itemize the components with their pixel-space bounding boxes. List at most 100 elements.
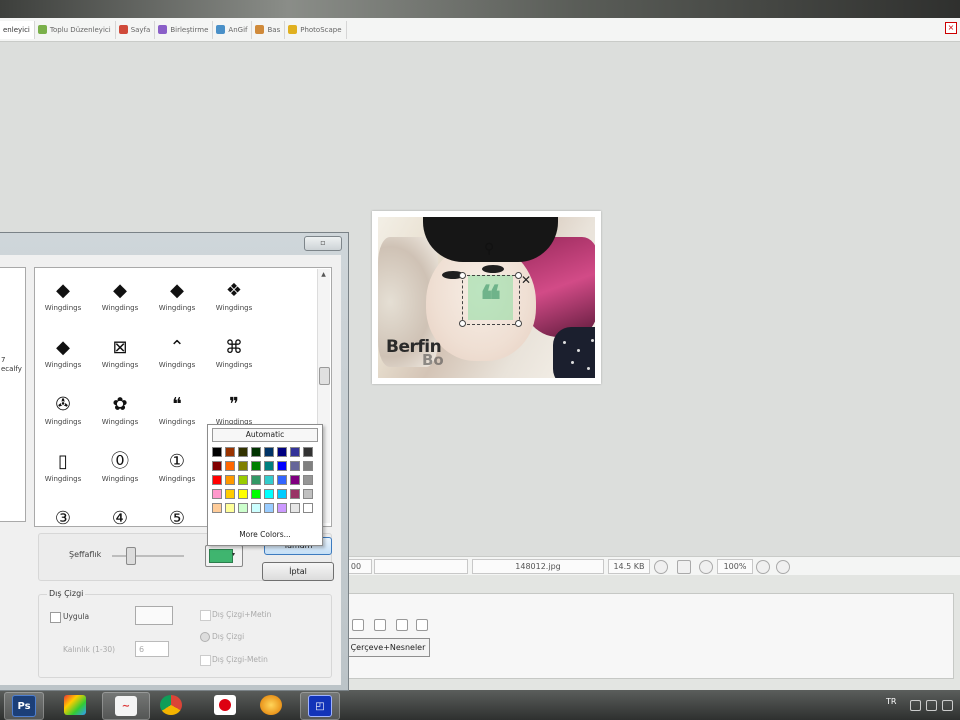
object-icon[interactable] [352, 619, 364, 631]
color-swatch[interactable] [225, 461, 235, 471]
color-swatch[interactable] [264, 489, 274, 499]
color-swatch[interactable] [251, 503, 261, 513]
dialog-restore-button[interactable]: ▫ [304, 236, 342, 251]
outline-only-radio[interactable] [200, 632, 210, 642]
resize-handle-icon[interactable] [459, 272, 466, 279]
color-swatch[interactable] [225, 503, 235, 513]
opacity-slider-track[interactable] [112, 555, 184, 557]
symbol-cell[interactable]: ◆ Wingdings [35, 333, 91, 387]
frame-objects-button[interactable]: Çerçeve+Nesneler [346, 638, 430, 657]
symbol-cell[interactable]: ◆ Wingdings [92, 276, 148, 330]
fit-icon[interactable] [654, 560, 668, 574]
symbol-cell[interactable]: ⓪ Wingdings [92, 447, 148, 501]
language-indicator[interactable]: TR [886, 697, 896, 706]
color-swatch[interactable] [212, 475, 222, 485]
color-swatch[interactable] [277, 475, 287, 485]
selection-box[interactable] [462, 275, 520, 325]
zoom-fit-icon[interactable] [699, 560, 713, 574]
color-swatch[interactable] [290, 489, 300, 499]
color-swatch[interactable] [264, 475, 274, 485]
symbol-cell[interactable]: ⑤ [149, 504, 205, 526]
color-picker-button[interactable]: ▾ [205, 545, 243, 567]
color-swatch[interactable] [303, 489, 313, 499]
taskbar-curve-app[interactable]: ∼ [102, 692, 150, 720]
color-swatch[interactable] [303, 503, 313, 513]
volume-icon[interactable] [926, 700, 937, 711]
symbol-cell[interactable]: ④ [92, 504, 148, 526]
color-swatch[interactable] [290, 475, 300, 485]
tab-5[interactable]: Bas [252, 20, 286, 39]
cancel-button[interactable]: İptal [262, 562, 334, 581]
thickness-stepper[interactable]: 6 [135, 641, 169, 657]
symbol-cell[interactable]: ⊠ Wingdings [92, 333, 148, 387]
symbol-cell[interactable]: ◆ Wingdings [35, 276, 91, 330]
symbol-cell[interactable]: ▯ Wingdings [35, 447, 91, 501]
tab-0[interactable]: enleyici [0, 20, 35, 39]
outline-minus-text-checkbox[interactable] [200, 655, 211, 666]
color-swatch[interactable] [251, 475, 261, 485]
color-swatch[interactable] [303, 447, 313, 457]
color-swatch[interactable] [212, 447, 222, 457]
resize-handle-icon[interactable] [459, 320, 466, 327]
color-swatch[interactable] [238, 475, 248, 485]
symbol-cell[interactable]: ❖ Wingdings [206, 276, 262, 330]
taskbar-photoshop[interactable]: Ps [4, 692, 44, 720]
zoom-in-icon[interactable] [756, 560, 770, 574]
network-icon[interactable] [942, 700, 953, 711]
symbol-cell[interactable]: ⌘ Wingdings [206, 333, 262, 387]
font-list-item[interactable]: 7 [1, 356, 5, 364]
apply-outline-checkbox[interactable] [50, 612, 61, 623]
color-swatch[interactable] [251, 447, 261, 457]
taskbar-photoscape[interactable] [252, 692, 290, 718]
color-swatch[interactable] [238, 447, 248, 457]
rotate-handle-icon[interactable]: ⚲ [484, 241, 494, 257]
symbol-cell[interactable]: ◆ Wingdings [149, 276, 205, 330]
zoom-out-icon[interactable] [776, 560, 790, 574]
taskbar-chrome[interactable] [152, 692, 190, 718]
close-window-icon[interactable]: × [945, 22, 957, 34]
color-swatch[interactable] [264, 447, 274, 457]
taskbar-blue-app[interactable]: ◰ [300, 692, 340, 720]
more-colors-button[interactable]: More Colors... [208, 528, 322, 541]
automatic-color-button[interactable]: Automatic [212, 428, 318, 442]
color-swatch[interactable] [277, 489, 287, 499]
color-swatch[interactable] [290, 461, 300, 471]
color-swatch[interactable] [212, 489, 222, 499]
outline-text-checkbox[interactable] [200, 610, 211, 621]
color-swatch[interactable] [225, 475, 235, 485]
color-swatch[interactable] [277, 503, 287, 513]
symbol-cell[interactable]: ✿ Wingdings [92, 390, 148, 444]
color-swatch[interactable] [277, 447, 287, 457]
scroll-thumb[interactable] [319, 367, 330, 385]
color-swatch[interactable] [238, 489, 248, 499]
actual-size-icon[interactable] [677, 560, 691, 574]
color-swatch[interactable] [212, 461, 222, 471]
tab-3[interactable]: Birleştirme [155, 20, 214, 39]
color-swatch[interactable] [264, 503, 274, 513]
tab-2[interactable]: Sayfa [116, 20, 156, 39]
tab-6[interactable]: PhotoScape [285, 20, 347, 39]
font-list-item[interactable]: ecalfy [1, 365, 22, 373]
outline-color-picker[interactable] [135, 606, 173, 625]
object-icon[interactable] [374, 619, 386, 631]
symbol-cell[interactable]: ❝ Wingdings [149, 390, 205, 444]
color-swatch[interactable] [303, 461, 313, 471]
color-swatch[interactable] [290, 503, 300, 513]
symbol-cell[interactable]: ⌃ Wingdings [149, 333, 205, 387]
color-swatch[interactable] [277, 461, 287, 471]
color-swatch[interactable] [212, 503, 222, 513]
resize-handle-icon[interactable] [515, 320, 522, 327]
taskbar-media[interactable] [206, 692, 244, 718]
object-icon[interactable] [396, 619, 408, 631]
scroll-up-icon[interactable]: ▲ [319, 270, 328, 279]
taskbar-paint[interactable] [56, 692, 94, 718]
delete-object-icon[interactable]: ✕ [521, 273, 531, 287]
color-swatch[interactable] [225, 489, 235, 499]
color-swatch[interactable] [238, 503, 248, 513]
color-swatch[interactable] [225, 447, 235, 457]
opacity-slider-thumb[interactable] [126, 547, 136, 565]
dialog-titlebar[interactable] [0, 233, 348, 255]
color-swatch[interactable] [238, 461, 248, 471]
object-icon[interactable] [416, 619, 428, 631]
color-swatch[interactable] [303, 475, 313, 485]
